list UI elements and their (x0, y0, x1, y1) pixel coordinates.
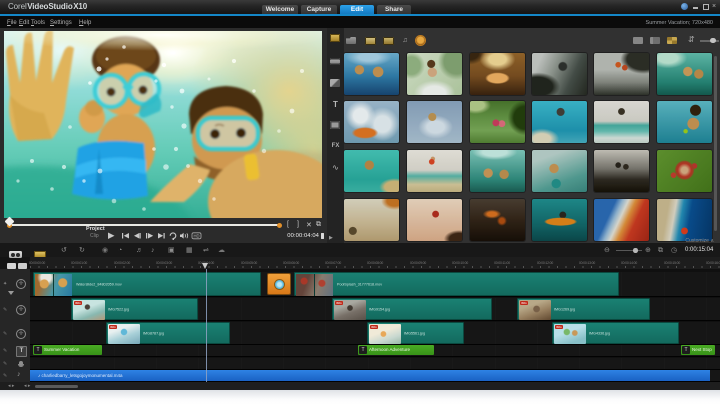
svg-text:HD: HD (194, 234, 200, 239)
